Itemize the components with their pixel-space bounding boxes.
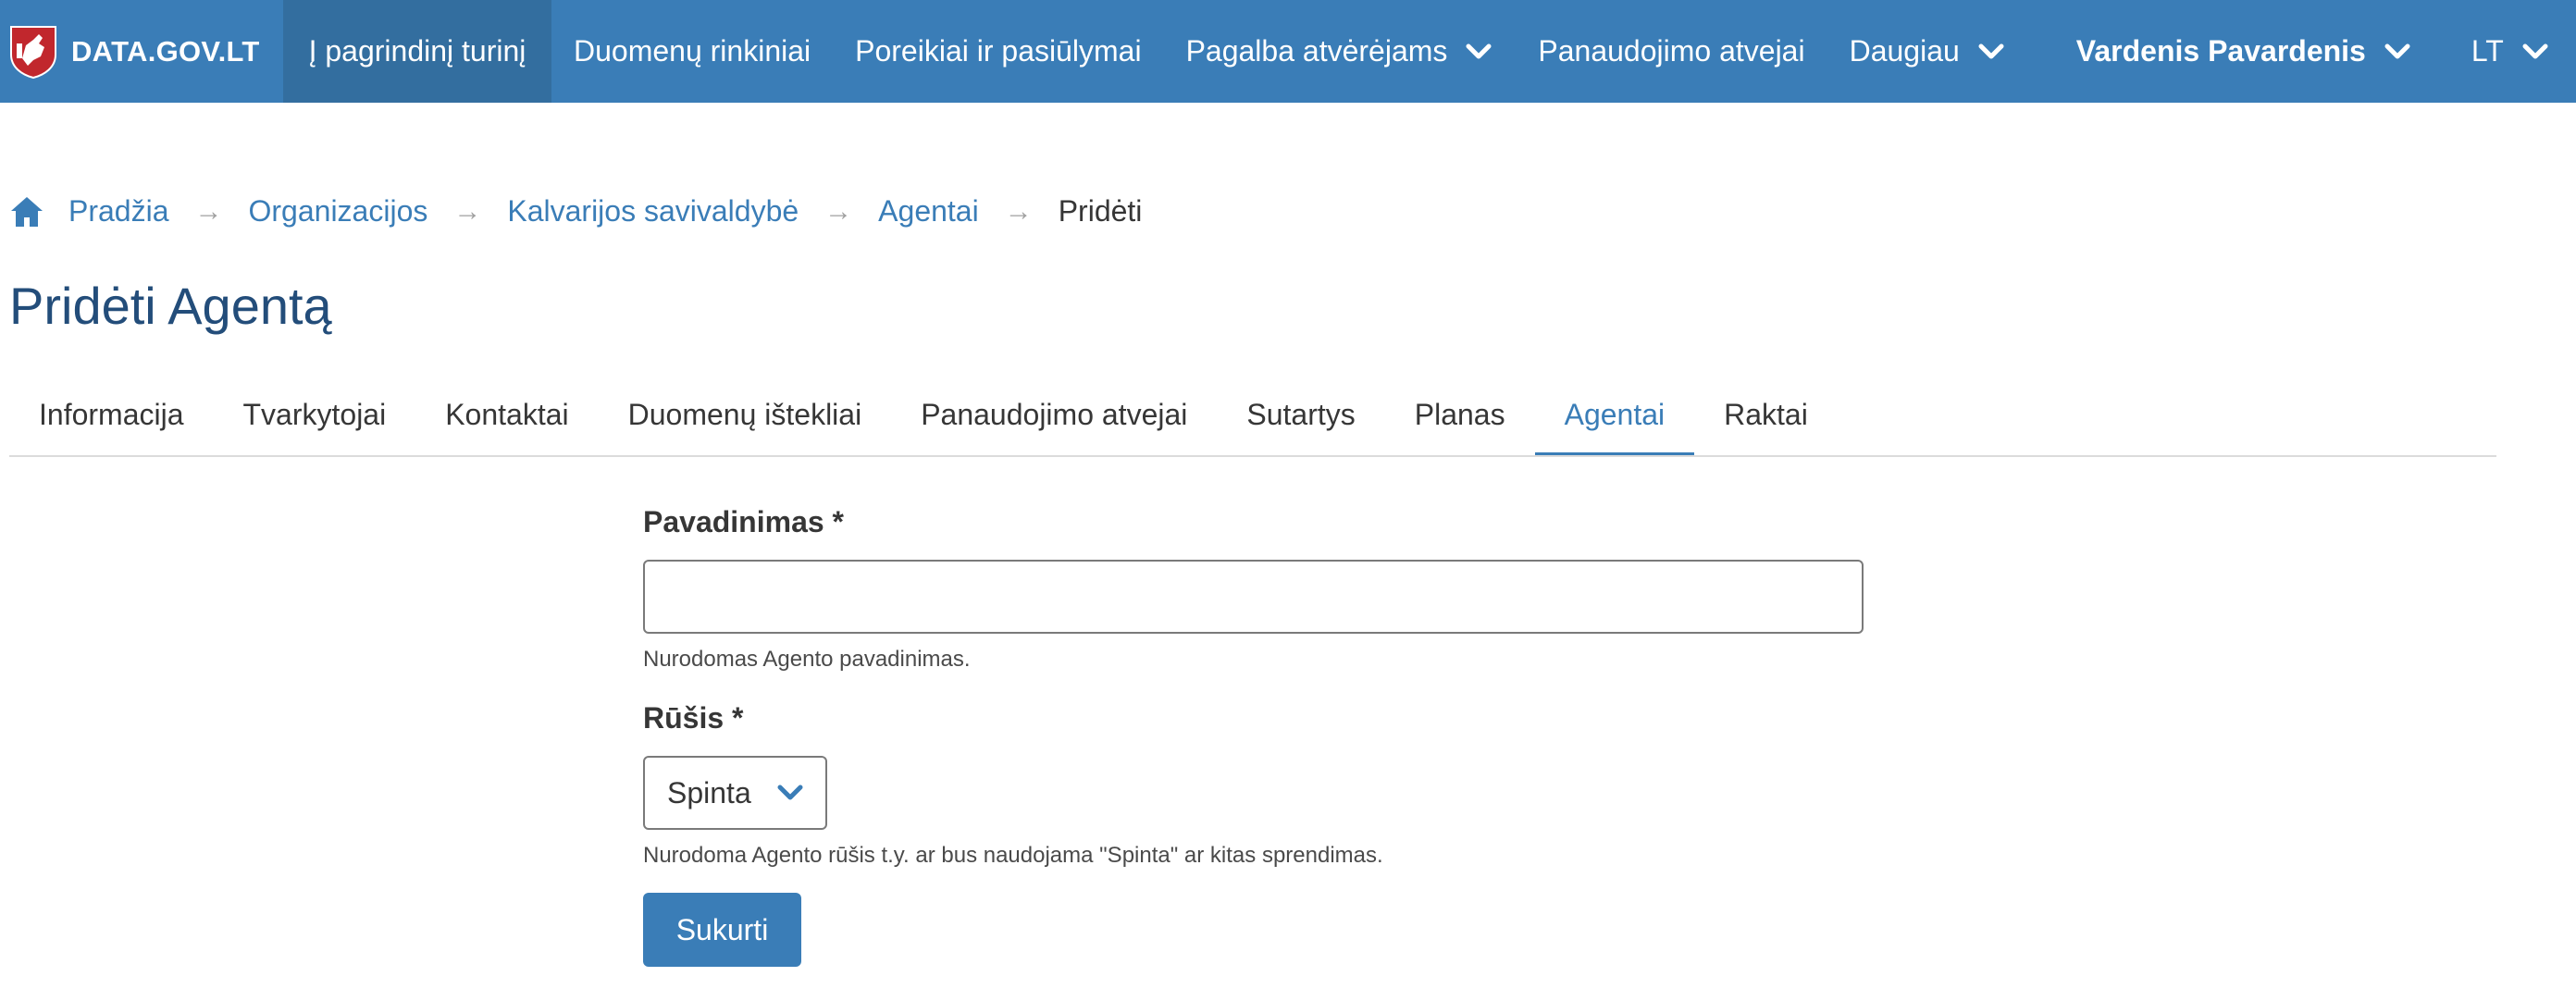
tab-agents[interactable]: Agentai xyxy=(1534,387,1695,455)
breadcrumb-arrow-icon: → xyxy=(194,195,223,227)
organization-tabs: Informacija Tvarkytojai Kontaktai Duomen… xyxy=(9,387,2496,457)
nav-use-cases[interactable]: Panaudojimo atvejai xyxy=(1538,0,1804,103)
breadcrumb: Pradžia → Organizacijos → Kalvarijos sav… xyxy=(9,194,1142,229)
breadcrumb-arrow-icon: → xyxy=(453,195,482,227)
home-icon[interactable] xyxy=(9,195,44,229)
tab-information[interactable]: Informacija xyxy=(9,387,214,455)
breadcrumb-current: Pridėti xyxy=(1058,194,1143,228)
nav-datasets[interactable]: Duomenų rinkiniai xyxy=(574,0,811,103)
name-help-text: Nurodomas Agento pavadinimas. xyxy=(643,647,971,672)
chevron-down-icon xyxy=(777,785,803,800)
nav-user-menu[interactable]: Vardenis Pavardenis xyxy=(2076,0,2410,103)
nav-more[interactable]: Daugiau xyxy=(1850,0,2004,103)
type-select-value: Spinta xyxy=(667,775,751,809)
coat-of-arms-logo xyxy=(10,25,56,79)
nav-use-cases-label: Panaudojimo atvejai xyxy=(1538,34,1805,68)
nav-requests-offers-label: Poreikiai ir pasiūlymai xyxy=(855,34,1142,68)
nav-requests-offers[interactable]: Poreikiai ir pasiūlymai xyxy=(855,0,1141,103)
breadcrumb-arrow-icon: → xyxy=(1004,195,1033,227)
name-label: Pavadinimas * xyxy=(643,505,844,538)
tab-data-resources[interactable]: Duomenų ištekliai xyxy=(599,387,892,455)
user-name: Vardenis Pavardenis xyxy=(2075,34,2366,68)
brand-name: DATA.GOV.LT xyxy=(71,34,260,68)
nav-help-openers[interactable]: Pagalba atvėrėjams xyxy=(1186,0,1492,103)
chevron-down-icon xyxy=(1978,43,2004,60)
nav-main-content-label: Į pagrindinį turinį xyxy=(308,34,526,68)
breadcrumb-link-organizations[interactable]: Organizacijos xyxy=(249,194,428,229)
chevron-down-icon xyxy=(2384,43,2410,60)
tab-managers[interactable]: Tvarkytojai xyxy=(214,387,416,455)
nav-main-content[interactable]: Į pagrindinį turinį xyxy=(283,0,551,103)
nav-more-label: Daugiau xyxy=(1849,34,1960,68)
tab-plan[interactable]: Planas xyxy=(1385,387,1535,455)
name-input[interactable] xyxy=(643,560,1864,634)
chevron-down-icon xyxy=(2522,43,2548,60)
nav-language-menu[interactable]: LT xyxy=(2471,0,2548,103)
type-label: Rūšis * xyxy=(643,701,744,735)
tab-use-cases[interactable]: Panaudojimo atvejai xyxy=(891,387,1217,455)
tab-keys[interactable]: Raktai xyxy=(1694,387,1838,455)
top-navbar: DATA.GOV.LT Į pagrindinį turinį Duomenų … xyxy=(0,0,2576,103)
nav-datasets-label: Duomenų rinkiniai xyxy=(574,34,811,68)
language-label: LT xyxy=(2471,34,2504,68)
type-select[interactable]: Spinta xyxy=(643,756,827,830)
page-title: Pridėti Agentą xyxy=(9,277,332,335)
breadcrumb-link-home[interactable]: Pradžia xyxy=(68,194,169,229)
type-help-text: Nurodoma Agento rūšis t.y. ar bus naudoj… xyxy=(643,843,1383,868)
nav-help-openers-label: Pagalba atvėrėjams xyxy=(1185,34,1448,68)
create-button[interactable]: Sukurti xyxy=(643,893,801,967)
breadcrumb-link-agents[interactable]: Agentai xyxy=(878,194,979,229)
breadcrumb-link-organization[interactable]: Kalvarijos savivaldybė xyxy=(507,194,799,229)
breadcrumb-arrow-icon: → xyxy=(824,195,853,227)
tab-contacts[interactable]: Kontaktai xyxy=(415,387,598,455)
tab-agreements[interactable]: Sutartys xyxy=(1217,387,1384,455)
chevron-down-icon xyxy=(1466,43,1492,60)
brand-link[interactable]: DATA.GOV.LT xyxy=(0,0,283,103)
